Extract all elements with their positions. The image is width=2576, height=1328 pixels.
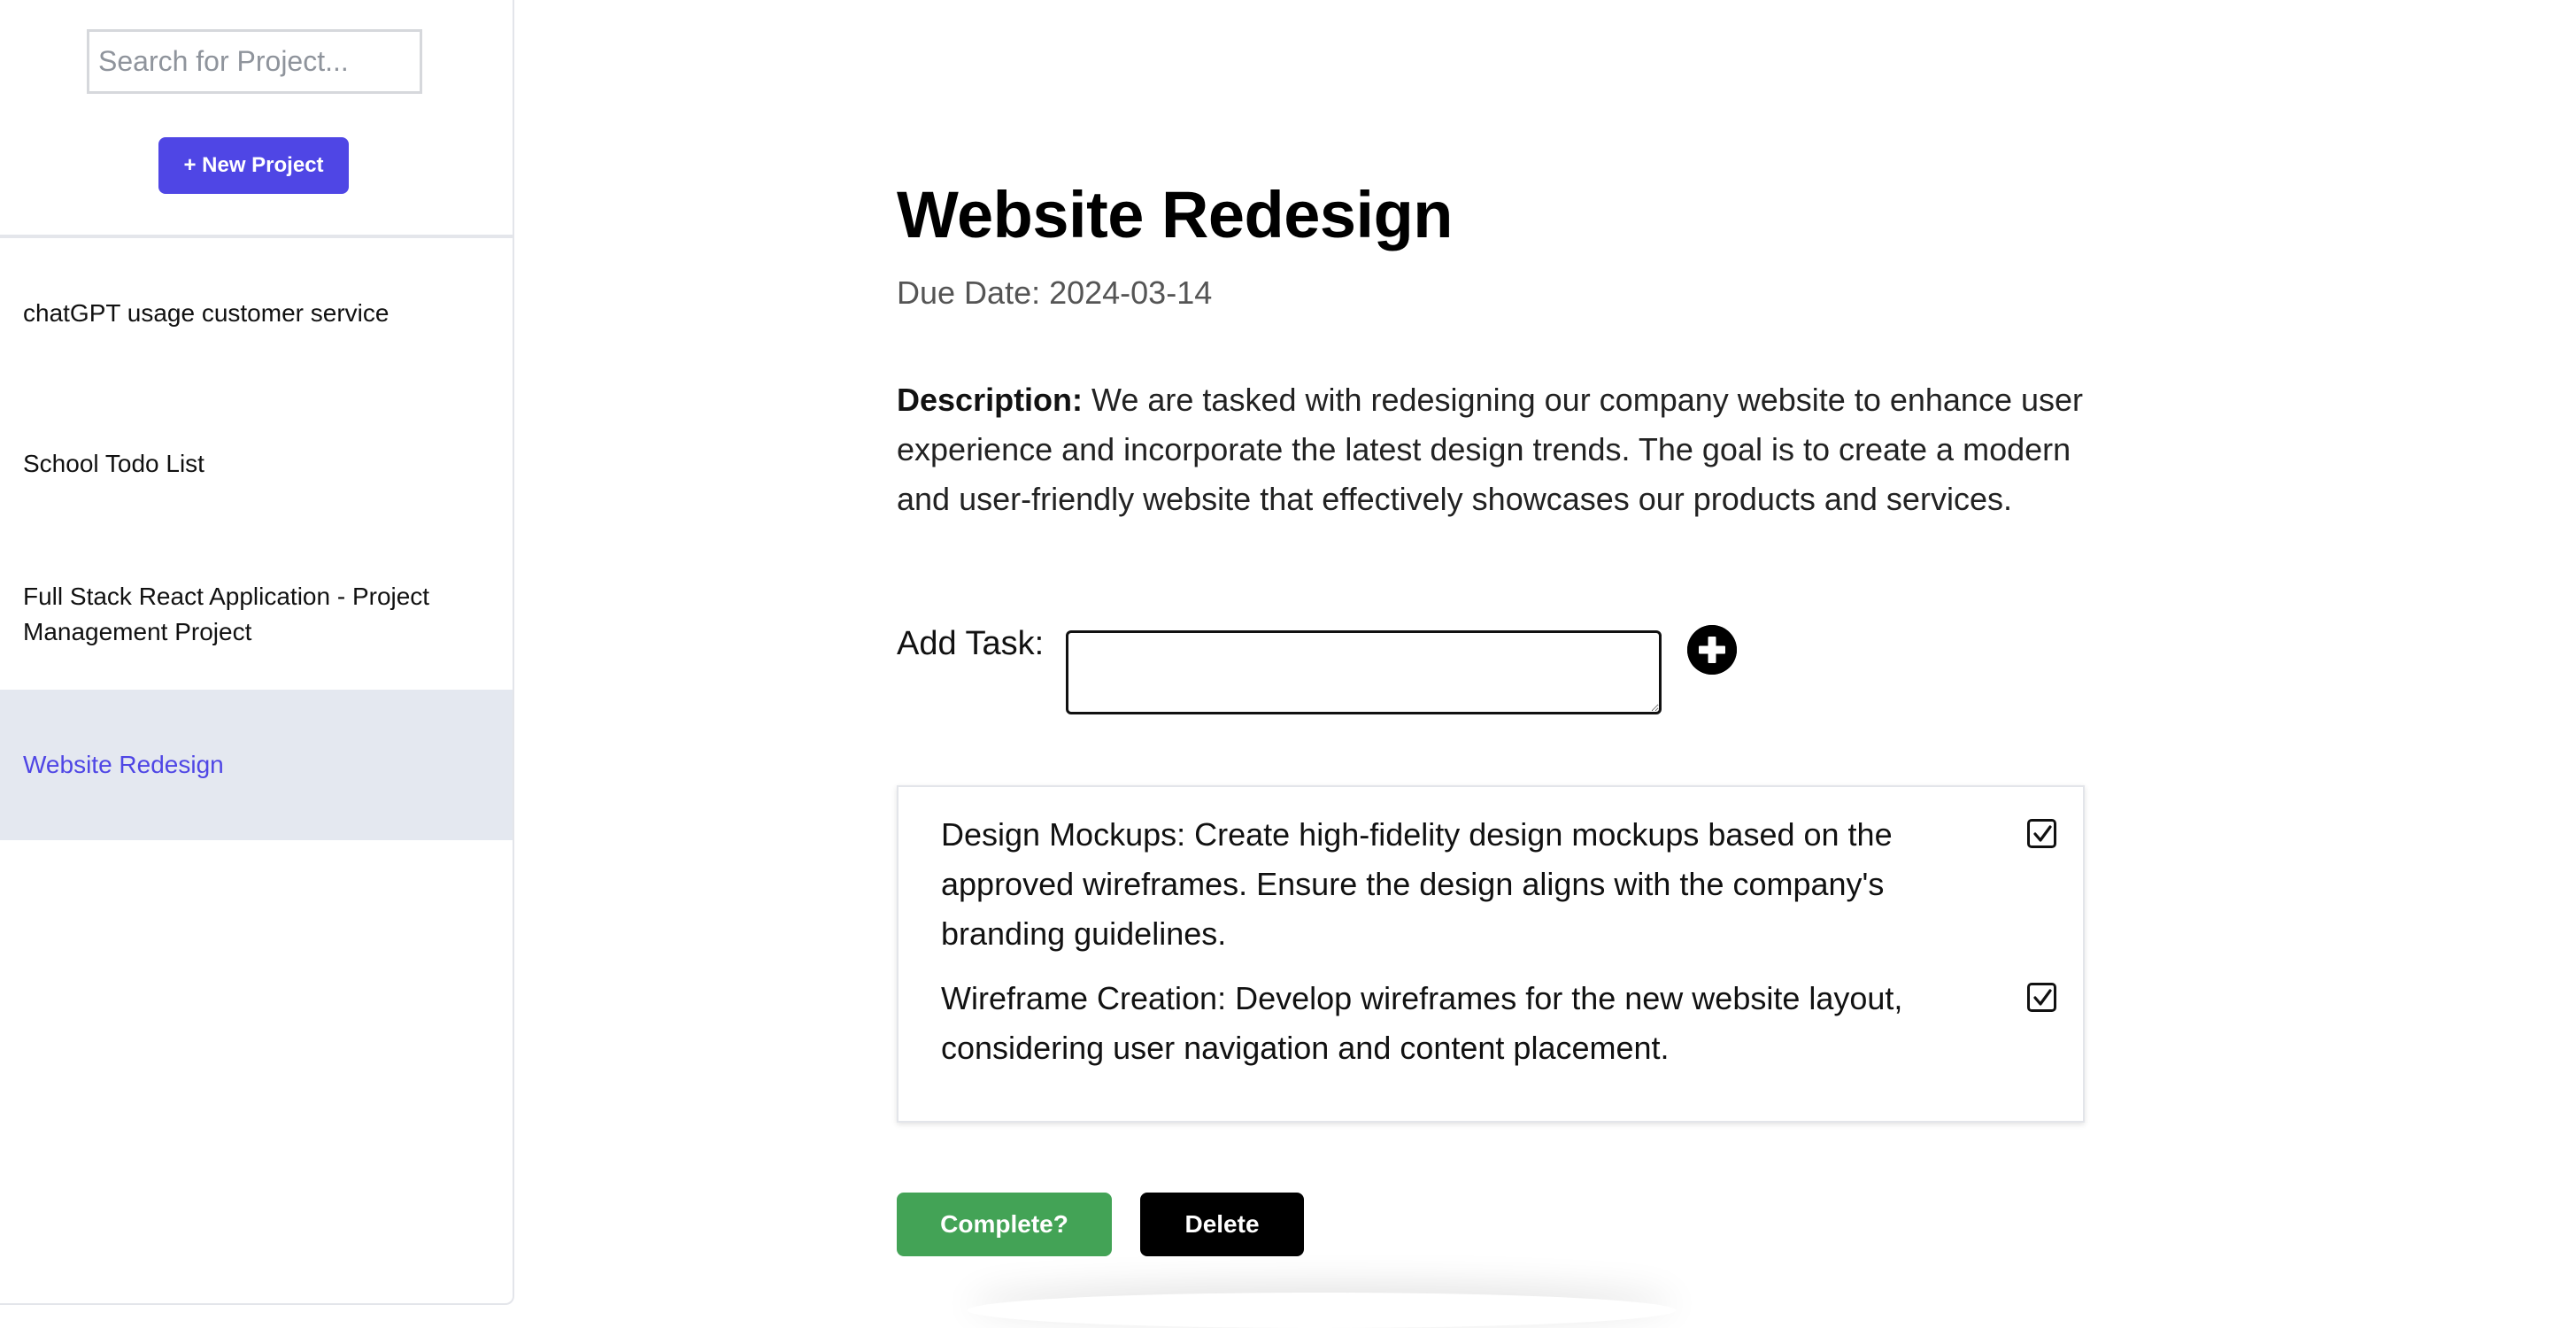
task-item: Wireframe Creation: Develop wireframes f… xyxy=(941,974,2056,1073)
project-item-label: Website Redesign xyxy=(23,751,224,778)
task-item: Design Mockups: Create high-fidelity des… xyxy=(941,810,2056,959)
plus-circle-icon xyxy=(1687,625,1737,675)
project-item[interactable]: chatGPT usage customer service xyxy=(0,238,513,389)
project-item-label: School Todo List xyxy=(23,450,204,477)
project-item-label: chatGPT usage customer service xyxy=(23,299,389,327)
due-date: Due Date: 2024-03-14 xyxy=(897,274,1213,311)
add-task-input[interactable] xyxy=(1066,630,1662,714)
description-label: Description: xyxy=(897,382,1084,418)
add-task-button[interactable] xyxy=(1687,625,1737,675)
project-item-active[interactable]: Website Redesign xyxy=(0,690,513,840)
sidebar: + New Project chatGPT usage customer ser… xyxy=(0,0,514,1305)
task-text: Design Mockups: Create high-fidelity des… xyxy=(941,816,1893,952)
checkmark-icon xyxy=(2032,988,2052,1006)
new-project-button[interactable]: + New Project xyxy=(158,137,349,194)
task-text: Wireframe Creation: Develop wireframes f… xyxy=(941,980,1903,1066)
task-checkbox[interactable] xyxy=(2027,819,2056,848)
project-item-label: Full Stack React Application - Project M… xyxy=(23,583,430,645)
project-item[interactable]: Full Stack React Application - Project M… xyxy=(0,539,513,690)
add-task-label: Add Task: xyxy=(897,625,1045,662)
task-checkbox[interactable] xyxy=(2027,983,2056,1012)
sidebar-header: + New Project xyxy=(0,0,513,238)
complete-button[interactable]: Complete? xyxy=(897,1193,1112,1256)
decorative-shadow xyxy=(968,1293,1676,1328)
page-title: Website Redesign xyxy=(897,178,1454,251)
project-description: Description: We are tasked with redesign… xyxy=(897,375,2087,524)
project-detail: Website Redesign Due Date: 2024-03-14 De… xyxy=(897,0,2136,1307)
search-input[interactable] xyxy=(87,29,422,94)
task-list: Design Mockups: Create high-fidelity des… xyxy=(897,785,2085,1123)
delete-button[interactable]: Delete xyxy=(1140,1193,1304,1256)
project-item[interactable]: School Todo List xyxy=(0,389,513,539)
project-list: chatGPT usage customer service School To… xyxy=(0,238,513,840)
checkmark-icon xyxy=(2032,824,2052,842)
